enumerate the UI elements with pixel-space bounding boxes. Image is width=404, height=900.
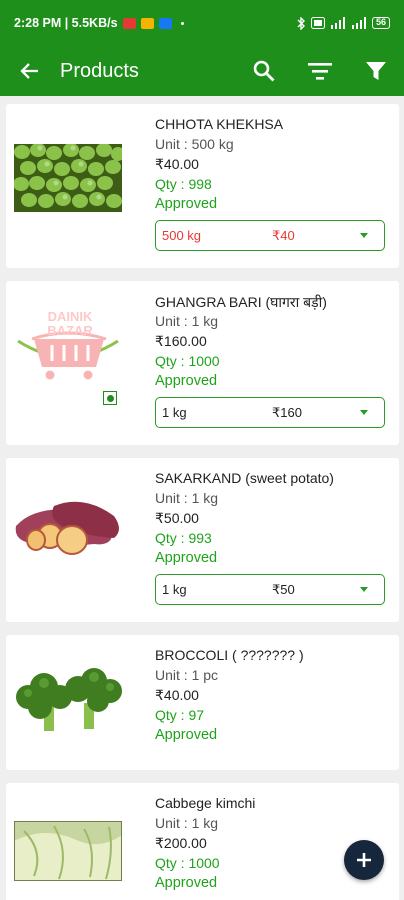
variant-unit: 500 kg (162, 228, 202, 243)
sort-icon (308, 63, 332, 80)
volte-icon (310, 17, 325, 29)
product-status: Approved (155, 875, 218, 891)
signal-2-icon (351, 17, 366, 29)
product-card[interactable]: DAINIK BAZAR GHANGRA BARI (घागरा बड़ी) U… (6, 281, 399, 445)
product-image (14, 144, 122, 212)
product-name: CHHOTA KHEKHSA (155, 116, 284, 132)
placeholder-logo-image: DAINIK BAZAR (17, 309, 119, 380)
product-name: GHANGRA BARI (घागरा बड़ी) (155, 294, 327, 310)
product-unit: Unit : 1 kg (155, 815, 219, 831)
product-name: SAKARKAND (sweet potato) (155, 470, 334, 486)
variant-price: ₹160 (272, 404, 302, 420)
product-qty: Qty : 1000 (155, 353, 220, 369)
variant-unit: 1 kg (162, 405, 187, 420)
product-image (15, 501, 120, 555)
product-list[interactable]: CHHOTA KHEKHSA Unit : 500 kg ₹40.00 Qty … (0, 96, 404, 900)
arrow-left-icon (20, 63, 38, 79)
product-name: Cabbege kimchi (155, 795, 256, 811)
svg-text:BAZAR: BAZAR (47, 323, 93, 338)
product-status: Approved (155, 727, 218, 743)
product-unit: Unit : 1 pc (155, 667, 219, 683)
filter-icon (366, 62, 386, 80)
variant-dropdown[interactable]: 1 kg ₹50 (155, 574, 385, 605)
product-qty: Qty : 993 (155, 530, 212, 546)
product-status: Approved (155, 196, 218, 212)
product-status: Approved (155, 550, 218, 566)
product-price: ₹40.00 (155, 156, 199, 172)
product-status: Approved (155, 373, 218, 389)
back-button[interactable] (0, 46, 60, 96)
battery-icon: 56 (371, 17, 390, 29)
product-name: BROCCOLI ( ??????? ) (155, 647, 304, 663)
product-unit: Unit : 500 kg (155, 136, 234, 152)
product-unit: Unit : 1 kg (155, 490, 219, 506)
product-price: ₹160.00 (155, 333, 207, 349)
product-info: BROCCOLI ( ??????? ) Unit : 1 pc ₹40.00 … (155, 647, 387, 747)
product-image (16, 668, 122, 731)
product-info: GHANGRA BARI (घागरा बड़ी) Unit : 1 kg ₹1… (155, 293, 387, 393)
veg-indicator-icon (103, 391, 117, 405)
sort-button[interactable] (292, 46, 348, 96)
search-icon (253, 60, 275, 82)
product-qty: Qty : 97 (155, 707, 205, 723)
product-info: SAKARKAND (sweet potato) Unit : 1 kg ₹50… (155, 470, 387, 570)
dropdown-arrow-icon (360, 410, 368, 415)
more-notifications-icon (180, 21, 184, 25)
product-info: CHHOTA KHEKHSA Unit : 500 kg ₹40.00 Qty … (155, 116, 387, 216)
plus-icon (357, 853, 371, 867)
page-title: Products (60, 59, 139, 82)
youtube-notification-icon (122, 17, 136, 29)
dropdown-arrow-icon (360, 233, 368, 238)
bluetooth-icon (297, 16, 305, 30)
status-time: 2:28 PM | 5.5KB/s (14, 16, 118, 30)
search-button[interactable] (236, 46, 292, 96)
product-card[interactable]: SAKARKAND (sweet potato) Unit : 1 kg ₹50… (6, 458, 399, 622)
status-bar: 2:28 PM | 5.5KB/s 56 (0, 0, 404, 46)
svg-text:DAINIK: DAINIK (48, 309, 93, 324)
product-card[interactable]: Cabbege kimchi Unit : 1 kg ₹200.00 Qty :… (6, 783, 399, 900)
app-bar: Products (0, 46, 404, 96)
product-qty: Qty : 998 (155, 176, 212, 192)
variant-price: ₹40 (272, 227, 295, 243)
facebook-notification-icon (158, 17, 172, 29)
product-price: ₹40.00 (155, 687, 199, 703)
product-price: ₹50.00 (155, 510, 199, 526)
filter-button[interactable] (348, 46, 404, 96)
variant-dropdown[interactable]: 500 kg ₹40 (155, 220, 385, 251)
add-product-button[interactable] (344, 840, 384, 880)
product-card[interactable]: BROCCOLI ( ??????? ) Unit : 1 pc ₹40.00 … (6, 635, 399, 770)
variant-unit: 1 kg (162, 582, 187, 597)
product-image (14, 821, 122, 881)
signal-1-icon (330, 17, 345, 29)
variant-price: ₹50 (272, 581, 295, 597)
product-unit: Unit : 1 kg (155, 313, 219, 329)
product-card[interactable]: CHHOTA KHEKHSA Unit : 500 kg ₹40.00 Qty … (6, 104, 399, 268)
app-notification-icon (140, 17, 154, 29)
dropdown-arrow-icon (360, 587, 368, 592)
variant-dropdown[interactable]: 1 kg ₹160 (155, 397, 385, 428)
